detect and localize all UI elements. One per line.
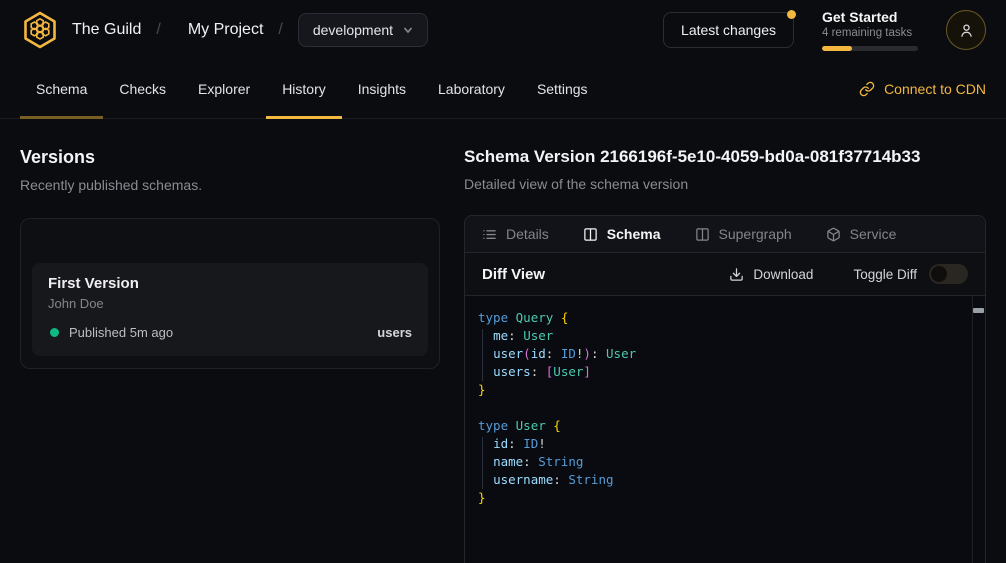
tab-label: Laboratory [438, 81, 505, 97]
breadcrumb-org[interactable]: The Guild [72, 21, 141, 39]
indent-guide [482, 329, 483, 381]
target-dropdown[interactable]: development [298, 13, 428, 47]
hive-logo-icon[interactable] [20, 10, 60, 50]
diff-view-header: Diff View Download Toggle Diff [465, 253, 985, 296]
schema-version-title: Schema Version 2166196f-5e10-4059-bd0a-0… [464, 147, 986, 167]
app-header: The Guild / My Project / development Lat… [0, 0, 1006, 60]
tab-explorer[interactable]: Explorer [182, 60, 266, 118]
chevron-down-icon [403, 25, 413, 35]
latest-changes-label: Latest changes [681, 22, 776, 38]
detail-tab-supergraph[interactable]: Supergraph [695, 226, 792, 242]
tab-label: History [282, 81, 326, 97]
download-label: Download [753, 267, 813, 282]
get-started-subtitle: 4 remaining tasks [822, 27, 918, 39]
version-service-badge: users [377, 325, 412, 340]
tab-checks[interactable]: Checks [103, 60, 182, 118]
tab-underline [20, 116, 103, 119]
published-status-dot [50, 328, 59, 337]
main-content: Versions Recently published schemas. Fir… [0, 119, 1006, 563]
breadcrumb-separator: / [156, 21, 160, 39]
tab-label: Insights [358, 81, 406, 97]
version-name: First Version [48, 275, 412, 292]
tab-settings[interactable]: Settings [521, 60, 604, 118]
user-icon [958, 22, 975, 39]
notification-dot [787, 10, 796, 19]
tab-label: Schema [36, 81, 87, 97]
detail-tab-label: Schema [607, 226, 661, 242]
schema-version-subtitle: Detailed view of the schema version [464, 176, 986, 192]
tab-underline [266, 116, 342, 119]
version-author: John Doe [48, 296, 412, 311]
connect-to-cdn-label: Connect to CDN [884, 81, 986, 97]
tab-insights[interactable]: Insights [342, 60, 422, 118]
version-detail-panel: Schema Version 2166196f-5e10-4059-bd0a-0… [460, 119, 1006, 563]
tab-label: Checks [119, 81, 166, 97]
scrollbar-thumb[interactable] [973, 308, 984, 313]
tab-label: Explorer [198, 81, 250, 97]
version-list-item[interactable]: First Version John Doe Published 5m ago … [32, 263, 428, 356]
user-avatar[interactable] [946, 10, 986, 50]
versions-title: Versions [20, 147, 440, 168]
switch-knob [931, 266, 947, 282]
tab-history[interactable]: History [266, 60, 342, 118]
tab-schema[interactable]: Schema [20, 60, 103, 118]
cube-icon [826, 227, 841, 242]
versions-list-card: First Version John Doe Published 5m ago … [20, 218, 440, 369]
get-started-progress-fill [822, 46, 852, 51]
download-icon [729, 267, 744, 282]
detail-tabbar: Details Schema Supergraph [465, 216, 985, 253]
latest-changes-button[interactable]: Latest changes [663, 12, 794, 48]
detail-tab-details[interactable]: Details [482, 226, 549, 242]
diff-view-title: Diff View [482, 266, 545, 283]
versions-panel: Versions Recently published schemas. Fir… [0, 119, 460, 563]
list-icon [482, 227, 497, 242]
toggle-diff-switch[interactable] [929, 264, 968, 284]
detail-tab-label: Details [506, 226, 549, 242]
link-icon [859, 81, 875, 97]
get-started-title: Get Started [822, 9, 918, 25]
download-button[interactable]: Download [729, 267, 813, 282]
detail-tab-label: Supergraph [719, 226, 792, 242]
get-started-widget[interactable]: Get Started 4 remaining tasks [822, 9, 918, 51]
connect-to-cdn-link[interactable]: Connect to CDN [859, 60, 986, 118]
target-dropdown-value: development [313, 22, 393, 38]
detail-tab-service[interactable]: Service [826, 226, 897, 242]
columns-icon [695, 227, 710, 242]
schema-code-editor[interactable]: type Query { me: User user(id: ID!): Use… [465, 296, 985, 563]
toggle-diff-label: Toggle Diff [853, 267, 917, 282]
detail-tab-label: Service [850, 226, 897, 242]
get-started-progress [822, 46, 918, 51]
version-status: Published 5m ago [69, 325, 173, 340]
indent-guide [482, 437, 483, 489]
detail-tab-schema[interactable]: Schema [583, 226, 661, 242]
project-nav: Schema Checks Explorer History Insights … [0, 60, 1006, 119]
breadcrumb-project[interactable]: My Project [188, 21, 264, 39]
breadcrumb-separator: / [278, 21, 282, 39]
tab-laboratory[interactable]: Laboratory [422, 60, 521, 118]
columns-icon [583, 227, 598, 242]
graphql-schema-code: type Query { me: User user(id: ID!): Use… [465, 296, 985, 520]
versions-subtitle: Recently published schemas. [20, 177, 440, 193]
schema-view-panel: Details Schema Supergraph [464, 215, 986, 563]
scrollbar-track[interactable] [972, 296, 985, 563]
tab-label: Settings [537, 81, 588, 97]
